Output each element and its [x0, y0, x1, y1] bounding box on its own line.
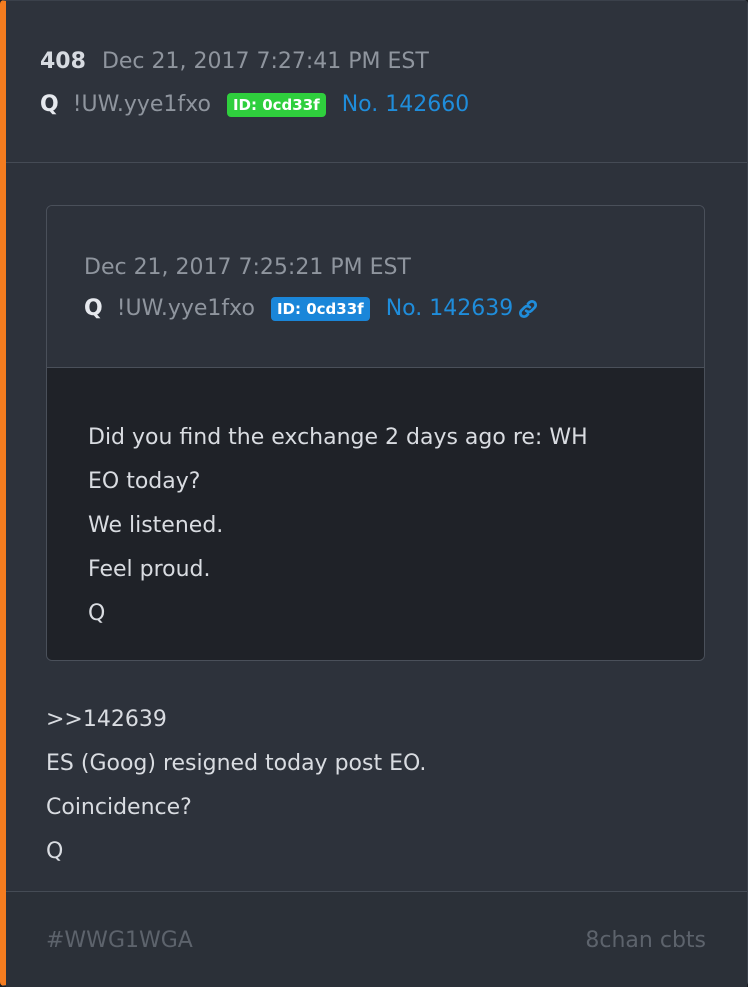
- quoted-line: Feel proud.: [88, 557, 211, 582]
- body-line: ES (Goog) resigned today post EO.: [46, 751, 427, 776]
- quoted-post: Dec 21, 2017 7:25:21 PM EST Q !UW.yye1fx…: [46, 205, 705, 661]
- quoted-post-author: Q: [84, 296, 103, 321]
- quoted-post-header: Dec 21, 2017 7:25:21 PM EST Q !UW.yye1fx…: [47, 206, 704, 368]
- quoted-post-tripcode: !UW.yye1fxo: [116, 296, 255, 321]
- post-number: 408: [40, 49, 86, 74]
- body-line: Coincidence?: [46, 795, 192, 820]
- quoted-poster-id-badge: ID: 0cd33f: [270, 296, 370, 321]
- reply-link-line[interactable]: >>142639: [46, 698, 426, 742]
- post-author-row: Q !UW.yye1fxo ID: 0cd33f No. 142660: [40, 92, 469, 117]
- post-card: 408 Dec 21, 2017 7:27:41 PM EST Q !UW.yy…: [0, 0, 748, 987]
- source-label: 8chan cbts: [585, 928, 706, 953]
- post-footer: #WWG1WGA 8chan cbts: [6, 891, 747, 987]
- post-tripcode: !UW.yye1fxo: [72, 92, 211, 117]
- post-meta-row: 408 Dec 21, 2017 7:27:41 PM EST: [40, 49, 429, 74]
- post-author: Q: [40, 92, 59, 117]
- post-header: 408 Dec 21, 2017 7:27:41 PM EST Q !UW.yy…: [6, 1, 747, 163]
- body-line: Q: [46, 839, 64, 864]
- post-body: >>142639 ES (Goog) resigned today post E…: [46, 698, 426, 874]
- link-icon[interactable]: [517, 298, 539, 320]
- quoted-line: EO today?: [88, 469, 201, 494]
- quoted-post-author-row: Q !UW.yye1fxo ID: 0cd33f No. 142639: [84, 296, 539, 321]
- poster-id-badge: ID: 0cd33f: [226, 92, 326, 117]
- post-number-link[interactable]: No. 142660: [342, 92, 470, 117]
- quoted-post-number-link[interactable]: No. 142639: [386, 296, 514, 321]
- post-date: Dec 21, 2017 7:27:41 PM EST: [101, 49, 429, 74]
- quoted-post-date: Dec 21, 2017 7:25:21 PM EST: [84, 255, 411, 280]
- quoted-post-body: Did you find the exchange 2 days ago re:…: [47, 368, 704, 660]
- hashtag: #WWG1WGA: [46, 928, 193, 953]
- quoted-line: Did you find the exchange 2 days ago re:…: [88, 425, 588, 450]
- quoted-line: Q: [88, 601, 106, 626]
- quoted-line: We listened.: [88, 513, 224, 538]
